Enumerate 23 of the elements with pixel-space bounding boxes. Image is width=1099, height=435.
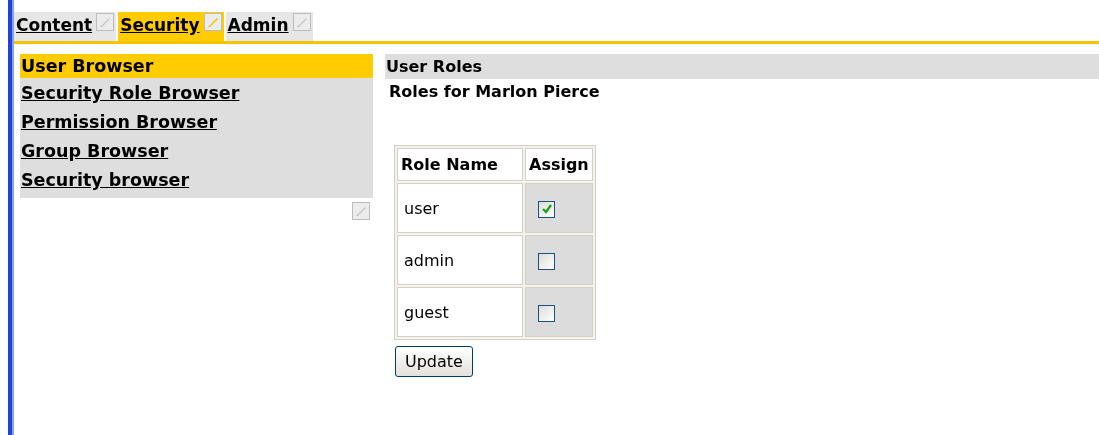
sidebar-link[interactable]: Permission Browser — [20, 108, 373, 137]
edit-icon[interactable] — [96, 13, 115, 31]
table-cell: guest — [397, 287, 523, 337]
column-header: Assign — [525, 148, 593, 181]
column-header: Role Name — [397, 148, 523, 181]
update-button[interactable]: Update — [395, 346, 473, 377]
sidebar-link[interactable]: User Browser — [20, 54, 373, 78]
edit-icon[interactable] — [352, 202, 370, 220]
edit-icon[interactable] — [203, 13, 222, 31]
edit-icon[interactable] — [292, 13, 311, 31]
checkbox[interactable] — [538, 304, 555, 322]
sidebar-link[interactable]: Security Role Browser — [20, 79, 373, 108]
checkbox[interactable] — [538, 200, 555, 218]
tab[interactable]: Admin — [225, 12, 313, 41]
table-cell: user — [397, 183, 523, 233]
panel-title: User Roles — [385, 54, 1099, 79]
sidebar-link[interactable]: Security browser — [20, 166, 373, 195]
table-cell: admin — [397, 235, 523, 285]
checkbox[interactable] — [538, 252, 555, 270]
sidebar-link[interactable]: Group Browser — [20, 137, 373, 166]
tab[interactable]: Content — [14, 12, 117, 41]
tab[interactable]: Security — [118, 12, 224, 41]
panel-subtitle: Roles for Marlon Pierce — [388, 81, 601, 103]
